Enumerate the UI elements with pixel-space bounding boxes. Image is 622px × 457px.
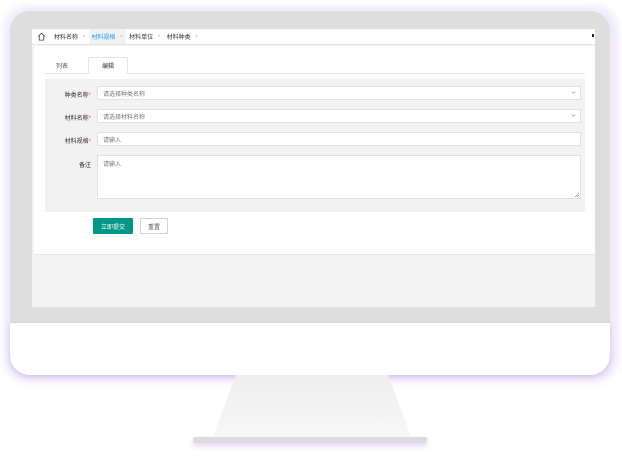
home-icon[interactable] (37, 32, 46, 41)
more-menu-icon[interactable] (592, 34, 594, 37)
remark-label: 备注 (78, 163, 91, 169)
spec-placeholder: 请输入 (103, 137, 122, 144)
monitor-stand (212, 375, 412, 439)
submit-button[interactable]: 立即提交 (93, 218, 133, 234)
tab-material-spec[interactable]: 材料规格 × (88, 29, 127, 44)
tab-material-unit[interactable]: 材料单位 × (126, 29, 164, 44)
remark-textarea[interactable]: 请输入 (97, 155, 581, 199)
material-select[interactable]: 请选择材料名称 (97, 109, 581, 123)
tab-label: 材料名称 (54, 35, 79, 41)
remark-placeholder: 请输入 (103, 162, 122, 168)
resize-handle-icon[interactable] (574, 192, 579, 197)
material-label: 材料名称* (64, 116, 91, 122)
close-icon[interactable]: × (82, 34, 86, 40)
chevron-down-icon (571, 114, 576, 117)
tab-material-category[interactable]: 材料种类 × (164, 29, 202, 44)
edit-panel: 列表 编辑 种类名称* 请选择种类名称 材料名称* 请选择材料名称 材料规格* (34, 46, 595, 255)
tab-label: 材料单位 (129, 35, 154, 41)
spec-label: 材料规格* (64, 139, 91, 145)
close-icon[interactable]: × (157, 34, 161, 40)
tab-list[interactable]: 列表 (44, 57, 80, 73)
tab-label: 材料种类 (166, 35, 191, 41)
app-screen: 材料名称 × 材料规格 × 材料单位 × 材料种类 × 列表 编辑 种类名称* … (32, 29, 595, 307)
close-icon[interactable]: × (120, 34, 124, 40)
monitor-base (193, 437, 427, 443)
monitor-chin (10, 323, 610, 375)
spec-input[interactable]: 请输入 (97, 132, 581, 146)
category-placeholder: 请选择种类名称 (103, 91, 146, 98)
tab-label: 材料规格 (91, 35, 116, 41)
material-placeholder: 请选择材料名称 (103, 114, 146, 121)
sub-tab-bar: 列表 编辑 (44, 57, 585, 74)
chevron-down-icon (571, 91, 576, 94)
tab-material-name[interactable]: 材料名称 × (51, 29, 89, 44)
category-select[interactable]: 请选择种类名称 (97, 86, 581, 100)
category-label: 种类名称* (64, 93, 91, 99)
page-tab-bar: 材料名称 × 材料规格 × 材料单位 × 材料种类 × (32, 29, 595, 45)
close-icon[interactable]: × (195, 34, 199, 40)
material-spec-form: 种类名称* 请选择种类名称 材料名称* 请选择材料名称 材料规格* 请输入 备注… (45, 79, 585, 212)
tab-edit[interactable]: 编辑 (88, 57, 128, 74)
reset-button[interactable]: 重置 (140, 218, 168, 234)
